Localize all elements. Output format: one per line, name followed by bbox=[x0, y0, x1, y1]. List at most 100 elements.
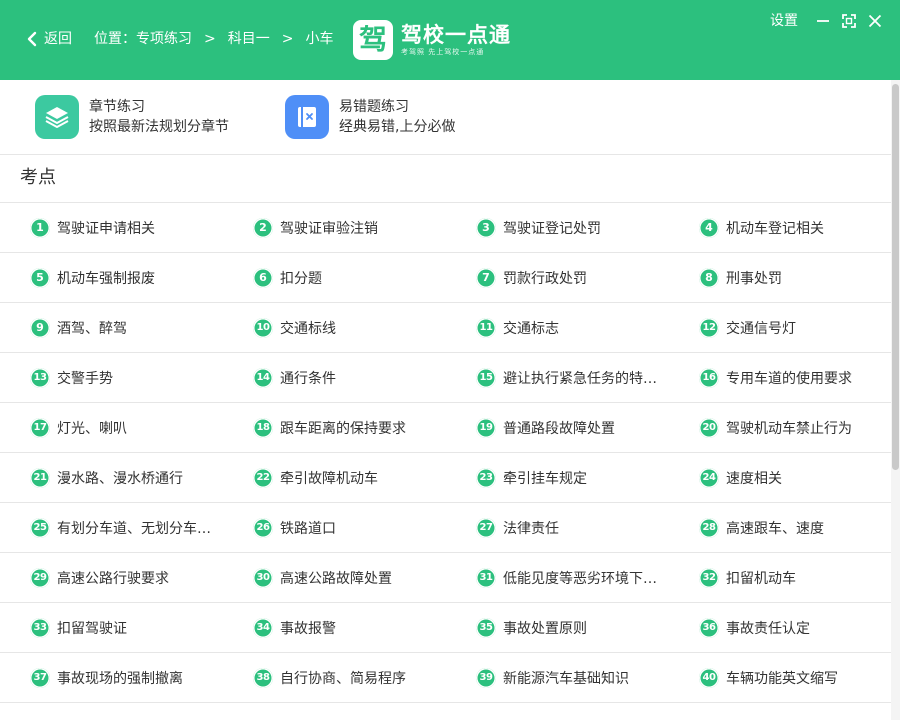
topic-item[interactable]: 23 牵引挂车规定 bbox=[476, 453, 693, 502]
topic-item[interactable]: 16 专用车道的使用要求 bbox=[699, 353, 900, 402]
topic-item[interactable]: 33 扣留驾驶证 bbox=[30, 603, 247, 652]
topic-item[interactable]: 12 交通信号灯 bbox=[699, 303, 900, 352]
topic-item[interactable]: 4 机动车登记相关 bbox=[699, 203, 900, 252]
topic-item[interactable]: 20 驾驶机动车禁止行为 bbox=[699, 403, 900, 452]
error-practice-subtitle: 经典易错,上分必做 bbox=[339, 119, 456, 135]
topic-label: 牵引故障机动车 bbox=[280, 470, 378, 487]
topic-number-badge: 40 bbox=[699, 667, 719, 688]
topic-item[interactable]: 6 扣分题 bbox=[253, 253, 470, 302]
topic-item[interactable]: 8 刑事处罚 bbox=[699, 253, 900, 302]
chapter-practice-title: 章节练习 bbox=[89, 99, 145, 115]
back-button[interactable]: 返回 bbox=[26, 28, 72, 50]
topic-label: 扣分题 bbox=[280, 270, 322, 287]
topic-item[interactable]: 34 事故报警 bbox=[253, 603, 470, 652]
topic-row: 17 灯光、喇叭 18 跟车距离的保持要求 19 普通路段故障处置 20 驾驶机动车禁止行为 bbox=[0, 403, 891, 453]
topic-item[interactable]: 10 交通标线 bbox=[253, 303, 470, 352]
topic-label: 车辆功能英文缩写 bbox=[726, 670, 838, 687]
topic-number-badge: 3 bbox=[476, 217, 496, 238]
topic-label: 普通路段故障处置 bbox=[503, 420, 615, 437]
minimize-button[interactable] bbox=[812, 12, 834, 30]
topic-item[interactable]: 35 事故处置原则 bbox=[476, 603, 693, 652]
topic-label: 事故现场的强制撤离 bbox=[57, 670, 183, 687]
topic-item[interactable]: 14 通行条件 bbox=[253, 353, 470, 402]
topic-item[interactable]: 17 灯光、喇叭 bbox=[30, 403, 247, 452]
topic-number-badge: 34 bbox=[253, 617, 273, 638]
topic-label: 交通标志 bbox=[503, 320, 559, 337]
topic-item[interactable]: 3 驾驶证登记处罚 bbox=[476, 203, 693, 252]
topic-item[interactable]: 36 事故责任认定 bbox=[699, 603, 900, 652]
scrollbar[interactable] bbox=[891, 80, 900, 720]
error-practice-card[interactable]: 易错题练习 经典易错,上分必做 bbox=[285, 95, 455, 139]
topic-number-badge: 1 bbox=[30, 217, 50, 238]
topic-item[interactable]: 28 高速跟车、速度 bbox=[699, 503, 900, 552]
topic-number-badge: 18 bbox=[253, 417, 273, 438]
topic-label: 高速跟车、速度 bbox=[726, 520, 824, 537]
topic-item[interactable]: 37 事故现场的强制撤离 bbox=[30, 653, 247, 702]
topic-label: 驾驶证申请相关 bbox=[57, 220, 155, 237]
topic-number-badge: 32 bbox=[699, 567, 719, 588]
breadcrumb-item-location[interactable]: 位置：专项练习 bbox=[94, 28, 192, 50]
topic-number-badge: 29 bbox=[30, 567, 50, 588]
topic-item[interactable]: 13 交警手势 bbox=[30, 353, 247, 402]
topic-item[interactable]: 27 法律责任 bbox=[476, 503, 693, 552]
breadcrumb-item-car: 小车 bbox=[305, 31, 334, 47]
chapter-practice-card[interactable]: 章节练习 按照最新法规划分章节 bbox=[35, 95, 229, 139]
topic-item[interactable]: 26 铁路道口 bbox=[253, 503, 470, 552]
topic-label: 高速公路行驶要求 bbox=[57, 570, 169, 587]
topic-number-badge: 11 bbox=[476, 317, 496, 338]
topic-label: 驾驶机动车禁止行为 bbox=[726, 420, 852, 437]
topic-number-badge: 20 bbox=[699, 417, 719, 438]
topic-label: 新能源汽车基础知识 bbox=[503, 670, 629, 687]
settings-button[interactable]: 设置 bbox=[770, 12, 798, 30]
topic-row: 25 有划分车道、无划分车… 26 铁路道口 27 法律责任 28 高速跟车、速度 bbox=[0, 503, 891, 553]
topic-label: 事故报警 bbox=[280, 620, 336, 637]
topic-item[interactable]: 15 避让执行紧急任务的特… bbox=[476, 353, 693, 402]
topic-item[interactable]: 22 牵引故障机动车 bbox=[253, 453, 470, 502]
topic-number-badge: 15 bbox=[476, 367, 496, 388]
topic-label: 速度相关 bbox=[726, 470, 782, 487]
topic-number-badge: 19 bbox=[476, 417, 496, 438]
topic-label: 事故责任认定 bbox=[726, 620, 810, 637]
topic-item[interactable]: 18 跟车距离的保持要求 bbox=[253, 403, 470, 452]
topic-number-badge: 10 bbox=[253, 317, 273, 338]
topic-label: 跟车距离的保持要求 bbox=[280, 420, 406, 437]
topic-item[interactable]: 2 驾驶证审验注销 bbox=[253, 203, 470, 252]
topic-row: 1 驾驶证申请相关 2 驾驶证审验注销 3 驾驶证登记处罚 4 机动车登记相关 bbox=[0, 203, 891, 253]
header-bar: 返回 位置：专项练习 > 科目一 > 小车 驾 驾校一点通 考驾照 先上驾校一点… bbox=[0, 0, 900, 80]
topic-item[interactable]: 21 漫水路、漫水桥通行 bbox=[30, 453, 247, 502]
topic-item[interactable]: 11 交通标志 bbox=[476, 303, 693, 352]
topic-item[interactable]: 19 普通路段故障处置 bbox=[476, 403, 693, 452]
topic-item[interactable]: 24 速度相关 bbox=[699, 453, 900, 502]
topic-item[interactable]: 39 新能源汽车基础知识 bbox=[476, 653, 693, 702]
close-icon bbox=[868, 14, 882, 28]
practice-modes: 章节练习 按照最新法规划分章节 易错题练习 经典易错,上分必做 bbox=[0, 80, 891, 155]
topic-item[interactable]: 32 扣留机动车 bbox=[699, 553, 900, 602]
topic-item[interactable]: 40 车辆功能英文缩写 bbox=[699, 653, 900, 702]
topic-item[interactable]: 29 高速公路行驶要求 bbox=[30, 553, 247, 602]
topic-label: 漫水路、漫水桥通行 bbox=[57, 470, 183, 487]
topic-label: 高速公路故障处置 bbox=[280, 570, 392, 587]
topic-label: 法律责任 bbox=[503, 520, 559, 537]
topic-item[interactable]: 9 酒驾、醉驾 bbox=[30, 303, 247, 352]
back-label: 返回 bbox=[44, 31, 72, 47]
topic-label: 交通标线 bbox=[280, 320, 336, 337]
topic-number-badge: 26 bbox=[253, 517, 273, 538]
topic-item[interactable]: 25 有划分车道、无划分车… bbox=[30, 503, 247, 552]
breadcrumb-separator: > bbox=[204, 31, 216, 47]
topic-item[interactable]: 38 自行协商、简易程序 bbox=[253, 653, 470, 702]
topic-item[interactable]: 7 罚款行政处罚 bbox=[476, 253, 693, 302]
topic-item[interactable]: 31 低能见度等恶劣环境下… bbox=[476, 553, 693, 602]
breadcrumb-separator: > bbox=[281, 31, 294, 47]
topic-item[interactable]: 5 机动车强制报废 bbox=[30, 253, 247, 302]
fullscreen-button[interactable] bbox=[838, 12, 860, 30]
topic-number-badge: 6 bbox=[253, 267, 273, 288]
topic-number-badge: 35 bbox=[476, 617, 496, 638]
topic-item[interactable]: 1 驾驶证申请相关 bbox=[30, 203, 247, 252]
topic-item[interactable]: 30 高速公路故障处置 bbox=[253, 553, 470, 602]
topic-number-badge: 14 bbox=[253, 367, 273, 388]
close-button[interactable] bbox=[864, 12, 886, 30]
topic-number-badge: 22 bbox=[253, 467, 273, 488]
topic-label: 灯光、喇叭 bbox=[57, 420, 127, 437]
scrollbar-thumb[interactable] bbox=[892, 84, 899, 470]
breadcrumb-item-subject[interactable]: 科目一 bbox=[228, 28, 270, 50]
